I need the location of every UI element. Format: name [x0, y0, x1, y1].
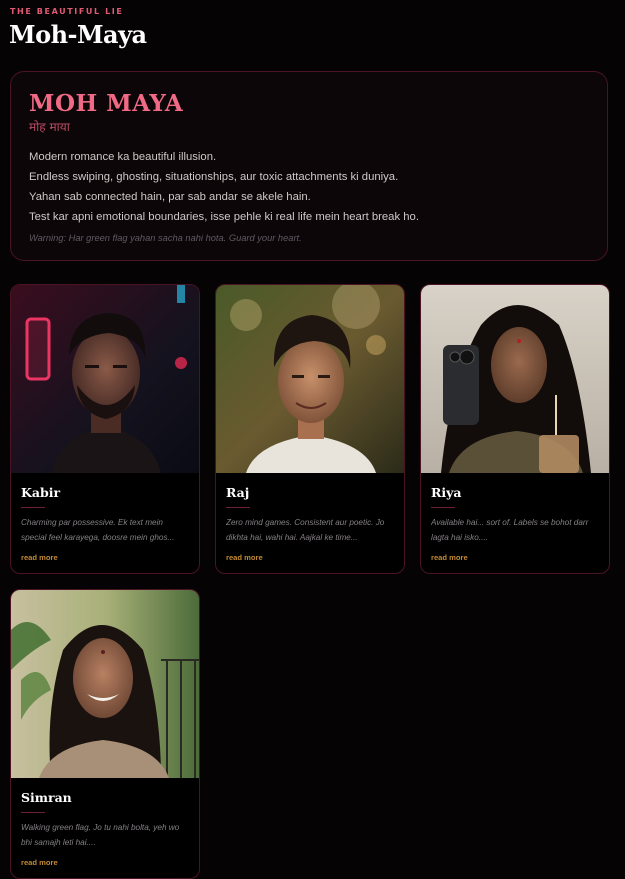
read-more-link[interactable]: read more [226, 553, 263, 562]
read-more-link[interactable]: read more [21, 858, 58, 867]
divider [226, 507, 250, 508]
portrait-woman-smiling-image [11, 590, 199, 778]
character-description: Available hai... sort of. Labels se boho… [431, 518, 589, 542]
character-description: Charming par possessive. Ek text mein sp… [21, 518, 175, 542]
character-card-simran[interactable]: Simran Walking green flag. Jo tu nahi bo… [10, 589, 200, 879]
character-description: Walking green flag. Jo tu nahi bolta, ye… [21, 823, 180, 847]
intro-description: Modern romance ka beautiful illusion. En… [29, 147, 589, 227]
intro-warning: Warning: Har green flag yahan sacha nahi… [29, 233, 302, 243]
character-card-riya[interactable]: Riya Available hai... sort of. Labels se… [420, 284, 610, 574]
divider [431, 507, 455, 508]
intro-panel: MOH MAYA मोह माया Modern romance ka beau… [10, 71, 608, 261]
intro-title: MOH MAYA [29, 90, 184, 117]
character-name: Kabir [21, 485, 61, 500]
character-card-raj[interactable]: Raj Zero mind games. Consistent aur poet… [215, 284, 405, 574]
read-more-link[interactable]: read more [21, 553, 58, 562]
intro-line: Yahan sab connected hain, par sab andar … [29, 191, 311, 203]
site-eyebrow: THE BEAUTIFUL LIE [10, 7, 124, 16]
site-title: Moh-Maya [9, 20, 147, 49]
character-name: Raj [226, 485, 250, 500]
portrait-man-neon-image [11, 285, 199, 473]
character-description: Zero mind games. Consistent aur poetic. … [226, 518, 385, 542]
intro-line: Endless swiping, ghosting, situationship… [29, 171, 399, 183]
character-card-kabir[interactable]: Kabir Charming par possessive. Ek text m… [10, 284, 200, 574]
portrait-woman-phone-image [421, 285, 609, 473]
character-name: Simran [21, 790, 72, 805]
read-more-link[interactable]: read more [431, 553, 468, 562]
divider [21, 507, 45, 508]
intro-line: Test kar apni emotional boundaries, isse… [29, 211, 419, 223]
intro-line: Modern romance ka beautiful illusion. [29, 151, 217, 163]
character-name: Riya [431, 485, 462, 500]
divider [21, 812, 45, 813]
portrait-man-sunlight-image [216, 285, 404, 473]
intro-subtitle-hindi: मोह माया [29, 120, 70, 134]
